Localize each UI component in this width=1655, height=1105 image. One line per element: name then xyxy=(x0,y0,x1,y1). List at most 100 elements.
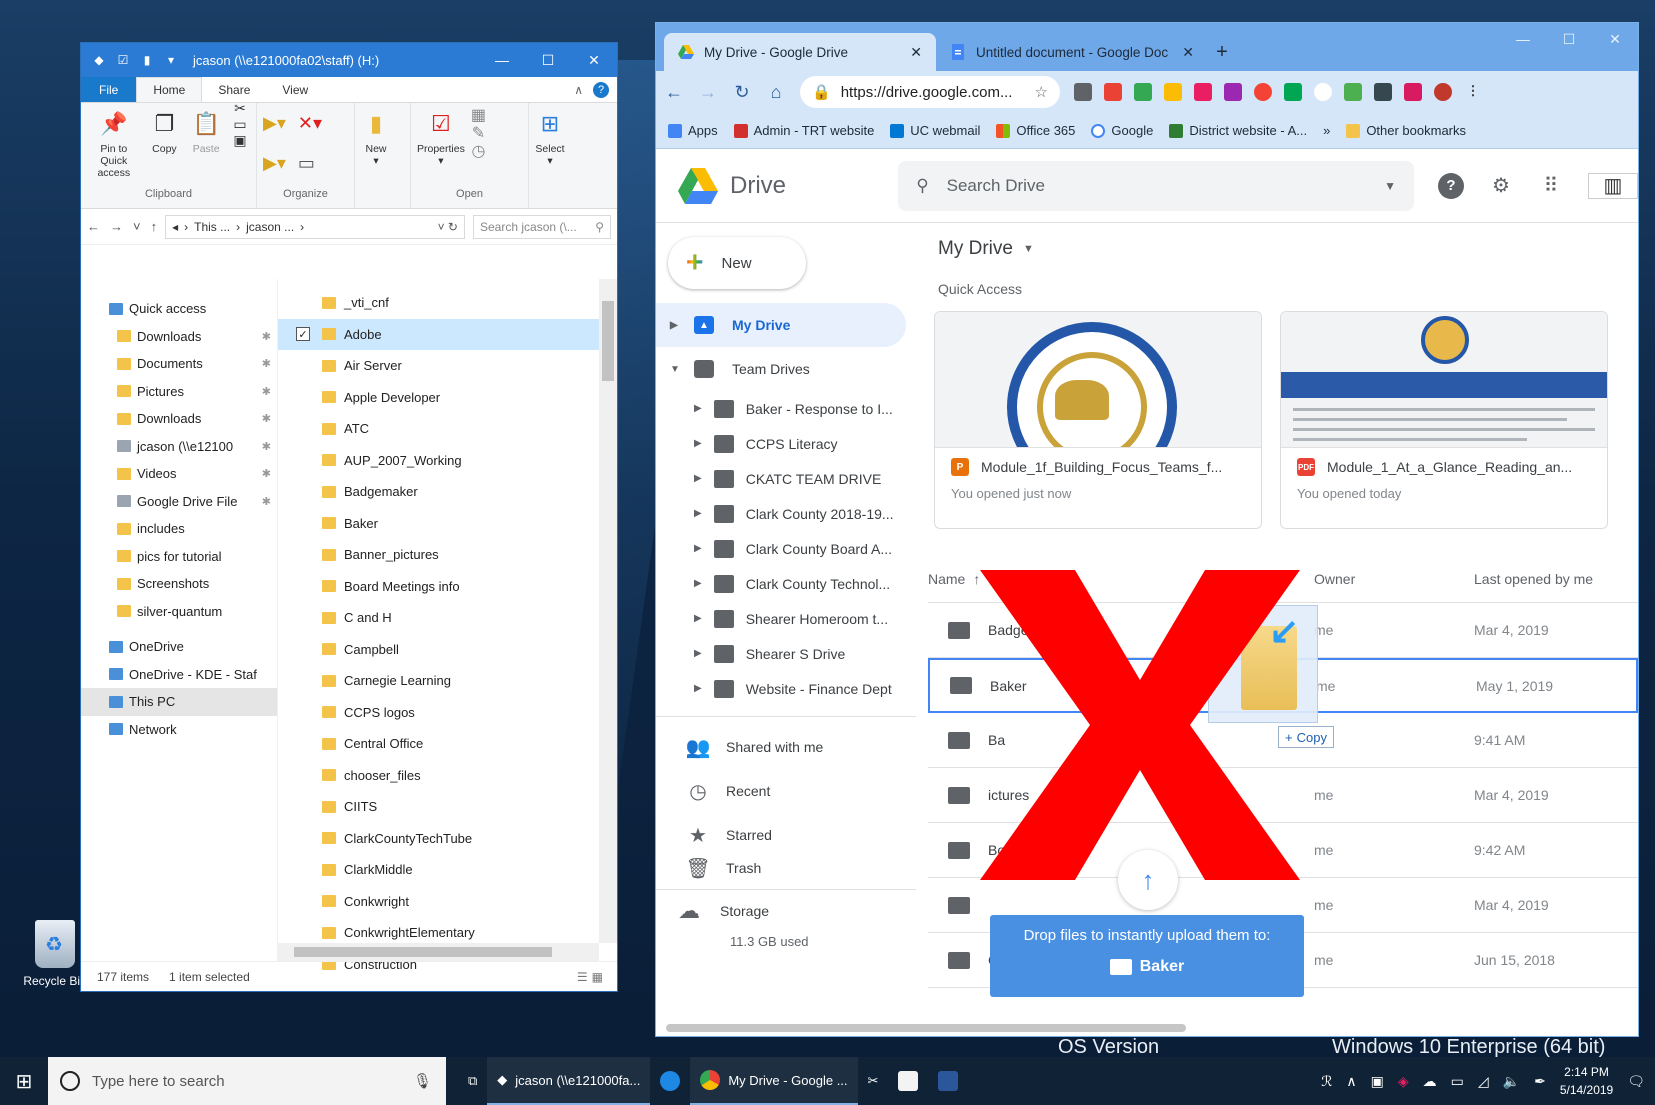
nav-item[interactable]: includes xyxy=(81,515,277,543)
ribbon-collapse-icon[interactable]: ∧ xyxy=(574,83,583,97)
nav-item[interactable]: Quick access xyxy=(81,295,277,323)
extension-icon[interactable] xyxy=(1134,83,1152,101)
expand-arrow-icon[interactable]: ▶ xyxy=(694,473,702,484)
expand-arrow-icon[interactable]: ▶ xyxy=(694,648,702,659)
drive-logo[interactable]: Drive xyxy=(656,167,898,204)
file-row[interactable]: Central Office xyxy=(278,728,617,760)
tab-my-drive[interactable]: My Drive - Google Drive ✕ xyxy=(664,33,936,71)
tab-share[interactable]: Share xyxy=(202,77,266,102)
extension-icon[interactable] xyxy=(1074,83,1092,101)
qat-dropdown-icon[interactable]: ▾ xyxy=(163,52,179,68)
network-icon[interactable]: ◿ xyxy=(1478,1073,1489,1090)
onedrive-tray-icon[interactable]: ☁ xyxy=(1423,1073,1437,1090)
paste-button[interactable]: 📋 Paste xyxy=(188,107,224,156)
explorer-titlebar[interactable]: ◆ ☑ ▮ ▾ jcason (\\e121000fa02\staff) (H:… xyxy=(81,43,617,77)
nav-item[interactable]: Downloads ✱ xyxy=(81,405,277,433)
close-icon[interactable]: ✕ xyxy=(1592,23,1638,55)
file-row[interactable]: ✓ Adobe xyxy=(278,318,617,350)
expand-arrow-icon[interactable]: ▶ xyxy=(694,403,702,414)
expand-arrow-icon[interactable]: ▶ xyxy=(694,508,702,519)
taskbar-app-chrome[interactable]: My Drive - Google ... xyxy=(690,1057,858,1105)
nav-item[interactable]: Network xyxy=(81,716,277,744)
file-row[interactable]: ClarkCountyTechTube xyxy=(278,823,617,855)
column-last-opened[interactable]: Last opened by me xyxy=(1474,571,1638,587)
volume-icon[interactable]: 🔈 xyxy=(1503,1073,1520,1090)
column-owner[interactable]: Owner xyxy=(1314,571,1474,587)
bookmark-district-website[interactable]: District website - A... xyxy=(1169,123,1307,138)
team-drive-item[interactable]: ▶ CCPS Literacy xyxy=(656,426,921,461)
hscroll-thumb[interactable] xyxy=(294,947,552,957)
file-row[interactable]: Banner_pictures xyxy=(278,539,617,571)
search-options-icon[interactable]: ▼ xyxy=(1384,179,1396,193)
team-drive-item[interactable]: ▶ Clark County 2018-19... xyxy=(656,496,921,531)
file-row[interactable]: Carnegie Learning xyxy=(278,665,617,697)
horizontal-scrollbar[interactable] xyxy=(278,943,599,961)
help-icon[interactable]: ? xyxy=(1438,172,1464,199)
profile-avatar[interactable] xyxy=(1434,83,1452,101)
copy-button[interactable]: ❐ Copy xyxy=(147,107,183,156)
nav-item[interactable]: OneDrive - KDE - Staf xyxy=(81,661,277,689)
tray-shield-icon[interactable]: ◈ xyxy=(1398,1073,1409,1090)
tray-app-icon[interactable]: ▣ xyxy=(1371,1073,1384,1090)
extension-icon[interactable] xyxy=(1224,83,1242,101)
quick-access-card[interactable]: P Module_1f_Building_Focus_Teams_f... You… xyxy=(934,311,1262,529)
crumb-this-pc[interactable]: This ... xyxy=(194,220,230,234)
sidebar-item-team-drives[interactable]: ▼ Team Drives xyxy=(656,347,906,391)
minimize-icon[interactable]: — xyxy=(1500,23,1546,55)
chrome-menu-icon[interactable]: ⋮ xyxy=(1464,83,1482,101)
apps-grid-icon[interactable]: ⠿ xyxy=(1538,173,1564,199)
file-row[interactable]: ATC xyxy=(278,413,617,445)
maximize-icon[interactable]: ☐ xyxy=(525,43,571,77)
extension-icon[interactable] xyxy=(1164,83,1182,101)
nav-item[interactable]: jcason (\\e12100 ✱ xyxy=(81,433,277,461)
tab-view[interactable]: View xyxy=(266,77,324,102)
taskbar-app-store[interactable] xyxy=(888,1057,928,1105)
expand-arrow-icon[interactable]: ▶ xyxy=(694,613,702,624)
refresh-icon[interactable]: ˅ ↻ xyxy=(438,220,458,234)
crumb-jcason[interactable]: jcason ... xyxy=(246,220,294,234)
address-bar[interactable]: ◂ › This ... › jcason ... › ˅ ↻ xyxy=(165,214,465,239)
taskbar-app-snip[interactable]: ✂ xyxy=(858,1057,889,1105)
new-tab-button[interactable]: + xyxy=(1208,33,1236,71)
explorer-search-input[interactable]: Search jcason (\... ⚲ xyxy=(473,214,611,239)
nav-item[interactable]: pics for tutorial xyxy=(81,543,277,571)
properties-button[interactable]: ☑ Properties ▾ xyxy=(417,107,465,168)
recent-locations-icon[interactable]: ˅ xyxy=(133,219,141,234)
back-icon[interactable]: ← xyxy=(87,219,100,234)
team-drive-item[interactable]: ▶ Shearer Homeroom t... xyxy=(656,601,921,636)
nav-item[interactable]: Documents ✱ xyxy=(81,350,277,378)
bookmark-office-365[interactable]: Office 365 xyxy=(996,123,1075,138)
bookmark-admin-trt[interactable]: Admin - TRT website xyxy=(733,123,874,138)
view-toggle-icons[interactable]: ☰▦ xyxy=(577,970,607,984)
extension-icon[interactable] xyxy=(1314,83,1332,101)
people-icon[interactable]: ℛ xyxy=(1321,1073,1332,1090)
file-row[interactable]: Air Server xyxy=(278,350,617,382)
file-row[interactable]: CIITS xyxy=(278,791,617,823)
file-row[interactable]: Badgemaker xyxy=(278,476,617,508)
tab-untitled-doc[interactable]: Untitled document - Google Doc ✕ xyxy=(936,33,1208,71)
help-icon[interactable]: ? xyxy=(593,81,609,98)
nav-item[interactable]: silver-quantum xyxy=(81,598,277,626)
microphone-icon[interactable]: 🎙 xyxy=(413,1072,432,1090)
drive-search-input[interactable]: ⚲ Search Drive ▼ xyxy=(898,160,1414,211)
expand-arrow-icon[interactable]: ▶ xyxy=(694,543,702,554)
scroll-thumb[interactable] xyxy=(602,301,614,381)
forward-icon[interactable]: → xyxy=(698,82,718,103)
sidebar-item-recent[interactable]: ◷ Recent xyxy=(656,769,906,813)
expand-arrow-icon[interactable]: ▶ xyxy=(694,578,702,589)
close-icon[interactable]: ✕ xyxy=(571,43,617,77)
sidebar-item-starred[interactable]: ★ Starred xyxy=(656,813,906,857)
file-row[interactable]: Conkwright xyxy=(278,886,617,918)
gear-icon[interactable]: ⚙ xyxy=(1488,173,1514,199)
row-checkbox[interactable]: ✓ xyxy=(296,327,310,342)
file-row[interactable]: Baker xyxy=(278,508,617,540)
sidebar-item-my-drive[interactable]: ▶ ▲ My Drive xyxy=(656,303,906,347)
omnibox[interactable]: 🔒 https://drive.google.com... ☆ xyxy=(800,76,1060,108)
team-drive-item[interactable]: ▶ Clark County Technol... xyxy=(656,566,921,601)
team-drive-item[interactable]: ▶ Shearer S Drive xyxy=(656,636,921,671)
new-folder-button[interactable]: ▮ New ▾ xyxy=(361,107,391,168)
tab-home[interactable]: Home xyxy=(136,77,203,102)
taskbar-search-input[interactable]: Type here to search 🎙 xyxy=(48,1057,446,1105)
up-icon[interactable]: ↑ xyxy=(151,219,158,234)
file-row[interactable]: chooser_files xyxy=(278,760,617,792)
